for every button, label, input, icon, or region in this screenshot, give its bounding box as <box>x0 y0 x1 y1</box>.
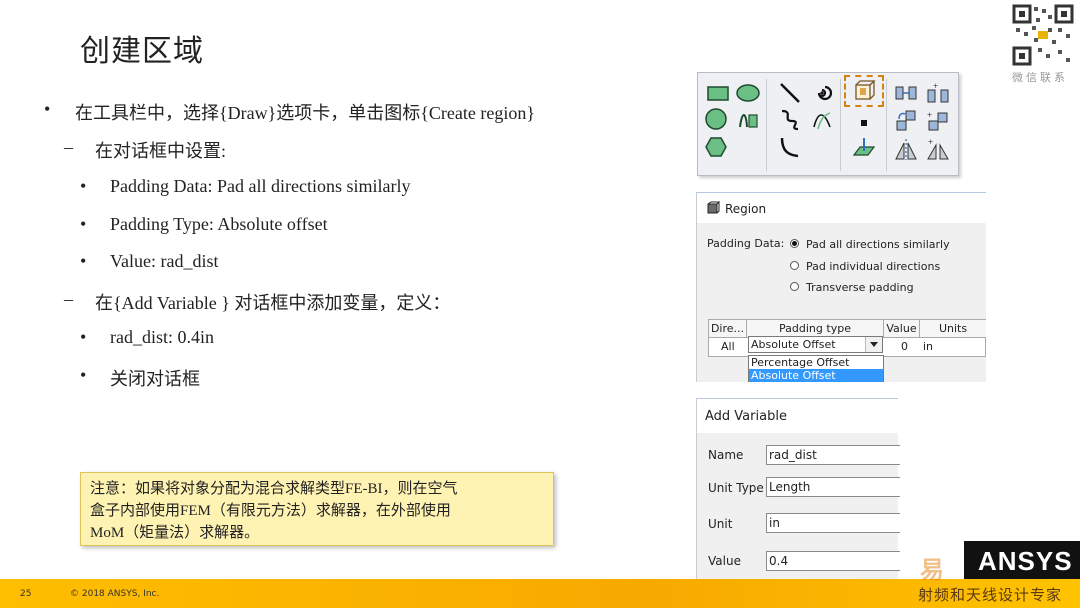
add-variable-title: Add Variable <box>705 409 787 424</box>
ellipse-icon[interactable] <box>736 81 760 105</box>
equation-curve-icon[interactable] <box>810 107 834 131</box>
point-icon[interactable] <box>852 111 876 135</box>
bullet-text: 在{Add Variable } 对话框中添加变量，定义： <box>95 293 451 313</box>
create-region-icon[interactable] <box>852 79 876 103</box>
watermark: 易 <box>920 556 944 584</box>
note-line: 注意：如果将对象分配为混合求解类型FE-BI，则在空气 <box>90 481 458 497</box>
line-icon[interactable] <box>778 81 802 105</box>
bullet-marker: – <box>64 289 73 309</box>
bullet-text: 关闭对话框 <box>110 369 200 389</box>
spline-icon[interactable] <box>778 107 802 131</box>
padding-type-dropdown: Percentage Offset Absolute Offset <box>748 355 884 382</box>
svg-text:+: + <box>933 81 938 91</box>
draw-toolbar: + + + <box>697 72 959 176</box>
bullet-text: Value: rad_dist <box>110 251 219 271</box>
spiral-icon[interactable] <box>810 81 834 105</box>
radio-transverse-label[interactable]: Transverse padding <box>806 281 914 294</box>
radio-pad-individual[interactable] <box>790 261 799 270</box>
unit-type-field[interactable]: Length <box>766 477 900 497</box>
unit-label: Unit <box>708 517 733 531</box>
col-header-value[interactable]: Value <box>884 320 920 338</box>
bullet-text: 在对话框中设置: <box>95 141 227 161</box>
note-line: 盒子内部使用FEM（有限元方法）求解器，在外部使用 <box>90 503 451 519</box>
unit-field[interactable]: in <box>766 513 900 533</box>
dropdown-option-absolute[interactable]: Absolute Offset <box>749 369 883 382</box>
value-field[interactable]: 0.4 <box>766 551 900 571</box>
svg-text:+: + <box>927 110 932 120</box>
bullet-text: rad_dist: 0.4in <box>110 327 214 347</box>
dropdown-option-percentage[interactable]: Percentage Offset <box>749 356 883 369</box>
region-dialog-title: Region <box>725 202 767 216</box>
col-header-direction[interactable]: Dire... <box>709 320 747 338</box>
rectangle-icon[interactable] <box>706 81 730 105</box>
bullet-marker: • <box>80 365 87 385</box>
region-dialog-icon <box>706 201 721 218</box>
col-header-units[interactable]: Units <box>920 320 986 338</box>
watermark-caption: 射频和天线设计专家 <box>918 586 1063 604</box>
bullet-text: 在工具栏中，选择{Draw}选项卡，单击图标{Create region} <box>75 103 535 123</box>
duplicate-mirror-icon[interactable]: + <box>926 81 950 105</box>
cell-direction: All <box>721 340 735 353</box>
radio-transverse[interactable] <box>790 282 799 291</box>
bullet-marker: • <box>80 251 87 271</box>
qr-code <box>1012 4 1074 66</box>
radio-pad-all-label[interactable]: Pad all directions similarly <box>806 238 950 251</box>
padding-type-combo[interactable]: Absolute Offset <box>748 336 883 353</box>
bullet-text: Padding Type: Absolute offset <box>110 214 328 234</box>
copyright: © 2018 ANSYS, Inc. <box>70 589 160 599</box>
slide-title: 创建区域 <box>80 34 204 69</box>
bullet-marker: – <box>64 137 73 157</box>
padding-type-combo-value: Absolute Offset <box>751 338 836 351</box>
bullet-marker: • <box>80 214 87 234</box>
bullet-marker: • <box>44 99 51 119</box>
note-box: 注意：如果将对象分配为混合求解类型FE-BI，则在空气 盒子内部使用FEM（有限… <box>80 472 554 546</box>
arc-icon[interactable] <box>778 135 802 159</box>
ansys-logo-text: ANSYS <box>978 546 1073 576</box>
duplicate-along-line-icon[interactable] <box>894 81 918 105</box>
svg-text:+: + <box>928 137 933 147</box>
name-field[interactable]: rad_dist <box>766 445 900 465</box>
note-line: MoM（矩量法）求解器。 <box>90 525 260 541</box>
circle-icon[interactable] <box>704 107 728 131</box>
equation-surface-icon[interactable] <box>736 107 760 131</box>
add-variable-header: Add Variable <box>697 399 899 433</box>
padding-data-label: Padding Data: <box>707 237 785 250</box>
mirror-plane-icon[interactable]: + <box>926 137 950 161</box>
qr-caption: 微信联系 <box>1012 71 1068 84</box>
bullet-marker: • <box>80 176 87 196</box>
chevron-down-icon[interactable] <box>865 337 882 352</box>
cell-value[interactable]: 0 <box>901 338 908 356</box>
radio-pad-individual-label[interactable]: Pad individual directions <box>806 260 940 273</box>
duplicate-around-axis-icon[interactable] <box>894 109 918 133</box>
name-label: Name <box>708 448 744 462</box>
value-label: Value <box>708 554 741 568</box>
region-dialog-header: Region <box>697 193 987 223</box>
bullet-marker: • <box>80 327 87 347</box>
plane-icon[interactable] <box>852 135 876 159</box>
unit-type-label: Unit Type <box>708 481 764 495</box>
mirror-icon[interactable] <box>894 137 918 161</box>
sweep-icon[interactable]: + <box>926 109 950 133</box>
radio-pad-all[interactable] <box>790 239 799 248</box>
add-variable-dialog: Add Variable Name rad_dist Unit Type Len… <box>696 398 900 580</box>
region-dialog: Region Padding Data: Pad all directions … <box>696 192 987 382</box>
cell-units[interactable]: in <box>923 338 933 356</box>
bullet-text: Padding Data: Pad all directions similar… <box>110 176 411 196</box>
page-number: 25 <box>20 589 32 599</box>
polygon-icon[interactable] <box>704 135 728 159</box>
